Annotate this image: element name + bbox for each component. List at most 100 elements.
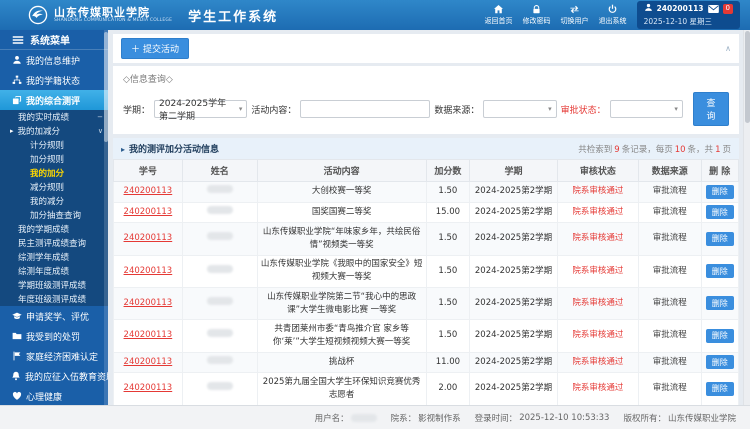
chevron-icon: ∨ [97,127,103,135]
approval-flow-link[interactable]: 审批流程 [653,383,687,393]
eval-icon [11,95,22,105]
student-id-link[interactable]: 240200113 [124,266,173,276]
page-scrollbar[interactable] [743,30,750,405]
column-header: 加分数 [425,159,471,182]
delete-button[interactable]: 删除 [705,231,734,246]
submit-activity-button[interactable]: ＋ 提交活动 [121,38,190,59]
student-id-link[interactable]: 240200113 [124,298,173,308]
delete-button[interactable]: 删除 [705,328,734,343]
header-nav-label: 修改密码 [522,17,551,25]
term-cell: 2024-2025第2学期 [469,287,558,321]
sidebar-item[interactable]: 家庭经济困难认定 [0,346,108,366]
sidebar-item[interactable]: 综测年度成绩 [0,264,108,278]
page-scroll-thumb[interactable] [745,31,750,123]
sidebar-item[interactable]: 申请奖学、评优 [0,306,108,326]
sidebar-item[interactable]: 加分抽查查询 [0,208,108,222]
flag-icon [11,351,22,361]
approval-flow-link[interactable]: 审批流程 [653,233,687,243]
approval-flow-link[interactable]: 审批流程 [653,298,687,308]
approval-flow-link[interactable]: 审批流程 [653,207,687,217]
student-name [206,185,233,194]
term-cell: 2024-2025第2学期 [469,372,558,405]
sidebar-item[interactable]: 心理健康 [0,386,108,405]
activity-content-label: 活动内容： [251,105,297,116]
delete-button[interactable]: 删除 [705,184,734,199]
student-id-link[interactable]: 240200113 [124,207,173,217]
search-button[interactable]: 查 询 [692,92,730,126]
status-cell: 院系审核通过 [556,254,640,289]
header-nav-button[interactable]: 修改密码 [523,4,551,26]
approval-flow-link[interactable]: 审批流程 [653,357,687,367]
term-select[interactable]: 2024-2025学年第二学期 ▾ [154,99,248,122]
sidebar-item[interactable]: 我的减分 [0,194,108,208]
current-date: 2025-12-10 星期三 [643,16,713,26]
student-name [206,205,233,214]
activity-content-cell: 2025第九届全国大学生环保知识竞赛优秀志愿者 [256,372,427,405]
header-nav-button[interactable]: 退出系统 [599,4,627,26]
sidebar-item[interactable]: 我受到的处罚 [0,326,108,346]
term-cell: 2024-2025第2学期 [469,201,558,224]
header-nav-button[interactable]: 返回首页 [485,4,513,26]
sidebar-item[interactable]: 我的加分 [0,166,108,180]
sidebar-item[interactable]: 加分规则 [0,152,108,166]
sidebar-item[interactable]: 我的学期成绩 [0,222,108,236]
chevron-icon: − [97,113,103,121]
results-panel: ▸ 我的测评加分活动信息 共检索到 9 条记录，每页 10 条，共 1 页 学号 姓名 活动内容加… [113,138,739,405]
footer-copyright-label: 版权所有： [623,413,666,424]
sidebar-item[interactable]: 我的学籍状态 [0,70,108,90]
student-id-link[interactable]: 240200113 [124,233,173,243]
sidebar-item-label: 我的加减分 [17,127,61,137]
sidebar-item-label: 我的实时成绩 [18,113,70,123]
sidebar-item[interactable]: ▸ 我的加减分 ∨ [0,124,108,138]
delete-button[interactable]: 删除 [705,205,734,220]
sidebar-item[interactable]: 综测学年成绩 [0,250,108,264]
header-nav-button[interactable]: 切换用户 [561,4,589,26]
table-row: 240200113 国奖国赛二等奖 15.00 2024-2025第2学期 院系… [113,201,739,224]
sidebar-item[interactable]: 我的信息维护 [0,50,108,70]
term-cell: 2024-2025第2学期 [469,181,558,203]
student-id-link[interactable]: 240200113 [124,186,173,196]
query-panel-title: ◇信息查询◇ [123,75,173,85]
term-label: 学期： [123,105,151,116]
sidebar-item[interactable]: 我的实时成绩 − [0,110,108,124]
data-source-select[interactable]: ▾ [483,100,557,118]
user-id: 240200113 [656,4,704,13]
activity-content-input[interactable] [300,100,431,118]
sidebar-item-label: 家庭经济困难认定 [26,352,99,363]
sidebar-item-label: 我的加分 [30,169,65,179]
score-cell: 1.50 [425,287,471,321]
caret-down-icon: ▾ [238,105,243,113]
delete-button[interactable]: 删除 [705,381,734,396]
user-chip[interactable]: 240200113 0 2025-12-10 星期三 [636,1,740,29]
sidebar-item[interactable]: 减分规则 [0,180,108,194]
sidebar-item[interactable]: 学期班级测评成绩 [0,278,108,292]
score-cell: 1.50 [425,222,471,256]
table-row: 240200113 山东传媒职业学院“年味家乡年，共绘民俗情”视频类一等奖 1.… [113,222,739,256]
sidebar-item[interactable]: 我的应征入伍教育资助 [0,366,108,386]
mail-icon[interactable] [707,5,719,14]
college-logo-icon [28,5,48,25]
collapse-icon[interactable]: ∧ [725,44,731,53]
sidebar-item[interactable]: 我的综合测评 [0,90,108,110]
column-header: 学期 [469,159,558,182]
table-row: 240200113 山东传媒职业学院第二节“我心中的思政课”大学生微电影比赛 一… [113,287,739,321]
power-icon [607,4,618,15]
delete-button[interactable]: 删除 [705,296,734,311]
sidebar-item[interactable]: 计分规则 [0,138,108,152]
footer-login-label: 登录时间： [474,413,518,424]
delete-button[interactable]: 删除 [705,355,734,370]
sidebar-item[interactable]: 年度班级测评成绩 [0,292,108,306]
approval-status-select[interactable]: ▾ [609,100,683,118]
expand-icon: ▸ [121,145,126,154]
system-title: 学生工作系统 [188,9,279,25]
student-id-link[interactable]: 240200113 [124,357,173,367]
sidebar-menu-header[interactable]: 系统菜单 [0,30,108,50]
student-id-link[interactable]: 240200113 [124,330,173,340]
approval-flow-link[interactable]: 审批流程 [653,186,687,196]
approval-flow-link[interactable]: 审批流程 [653,330,687,340]
approval-flow-link[interactable]: 审批流程 [653,266,687,276]
student-id-link[interactable]: 240200113 [124,383,173,393]
sidebar-item[interactable]: 民主测评成绩查询 [0,236,108,250]
delete-button[interactable]: 删除 [705,264,734,279]
header-nav-label: 退出系统 [598,17,627,25]
